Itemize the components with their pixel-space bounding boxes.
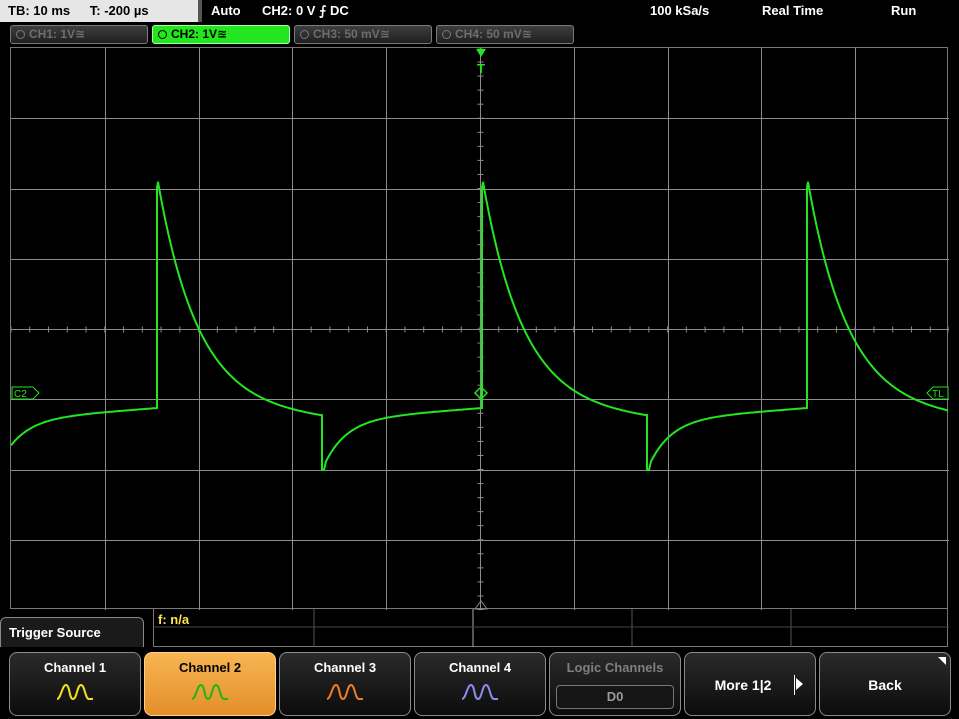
channel-on-icon [158, 30, 167, 39]
timebase-box[interactable]: TB: 10 ms T: -200 µs [0, 0, 198, 22]
sample-rate[interactable]: 100 kSa/s [650, 0, 709, 22]
channel-3-wave-icon [326, 683, 363, 701]
channel-2-wave-icon [191, 683, 228, 701]
timebase-value: TB: 10 ms [8, 3, 71, 18]
next-page-icon [796, 678, 803, 690]
trigger-level-marker[interactable]: TL [926, 386, 949, 400]
status-bar: TB: 10 ms T: -200 µs Auto CH2: 0 V ⨍ DC … [0, 0, 959, 22]
channel-tab-label: CH2: 1V≊ [171, 27, 228, 41]
run-state[interactable]: Run [891, 0, 916, 22]
channel-4-button[interactable]: Channel 4 [414, 652, 546, 716]
channel-1-wave-icon [56, 683, 93, 701]
menu-corner-icon [938, 657, 946, 665]
key-label: Channel 2 [178, 660, 242, 675]
channel-tab-label: CH1: 1V≊ [29, 27, 86, 41]
more-button[interactable]: More 1|2 [684, 652, 816, 716]
key-label: Channel 1 [43, 660, 107, 675]
logic-channel-select[interactable]: D0 [556, 685, 674, 709]
channel-tab-ch1[interactable]: CH1: 1V≊ [10, 25, 148, 44]
acquisition-mode[interactable]: Real Time [762, 0, 823, 22]
logic-channels-button[interactable]: Logic Channels D0 [549, 652, 681, 716]
waveform-display[interactable]: T C2 TL [10, 47, 949, 610]
trigger-condition[interactable]: CH2: 0 V ⨍ DC [262, 0, 349, 22]
channel-off-icon [300, 30, 309, 39]
channel-tab-ch3[interactable]: CH3: 50 mV≊ [294, 25, 432, 44]
channel-tab-ch2[interactable]: CH2: 1V≊ [152, 25, 290, 44]
channel-off-icon [16, 30, 25, 39]
channel-4-wave-icon [461, 683, 498, 701]
channel-tab-label: CH4: 50 mV≊ [455, 27, 532, 41]
more-divider-icon [794, 675, 795, 695]
channel-1-button[interactable]: Channel 1 [9, 652, 141, 716]
status-divider [198, 0, 202, 22]
trigger-mode[interactable]: Auto [211, 0, 241, 22]
key-label: Channel 3 [313, 660, 377, 675]
waveform-grid: T C2 TL [11, 48, 949, 610]
frequency-readout: f: n/a [158, 612, 190, 627]
trigger-time-value: T: -200 µs [89, 3, 149, 18]
measurement-band [153, 609, 949, 647]
ch2-trace [11, 181, 949, 471]
ch2-offset-marker[interactable]: C2 [11, 386, 40, 400]
key-label: Channel 4 [448, 660, 512, 675]
channel-2-button[interactable]: Channel 2 [144, 652, 276, 716]
channel-tab-label: CH3: 50 mV≊ [313, 27, 390, 41]
key-label: Back [868, 677, 902, 693]
channel-3-button[interactable]: Channel 3 [279, 652, 411, 716]
back-button[interactable]: Back [819, 652, 951, 716]
key-label: Logic Channels [566, 660, 664, 675]
ch2-offset-label: C2 [14, 389, 27, 400]
channel-tab-ch4[interactable]: CH4: 50 mV≊ [436, 25, 574, 44]
trigger-marker-label: T [477, 61, 485, 76]
channel-off-icon [442, 30, 451, 39]
trigger-level-label: TL [932, 389, 944, 400]
trigger-position-marker[interactable]: T [476, 49, 486, 76]
menu-title: Trigger Source [0, 617, 144, 647]
